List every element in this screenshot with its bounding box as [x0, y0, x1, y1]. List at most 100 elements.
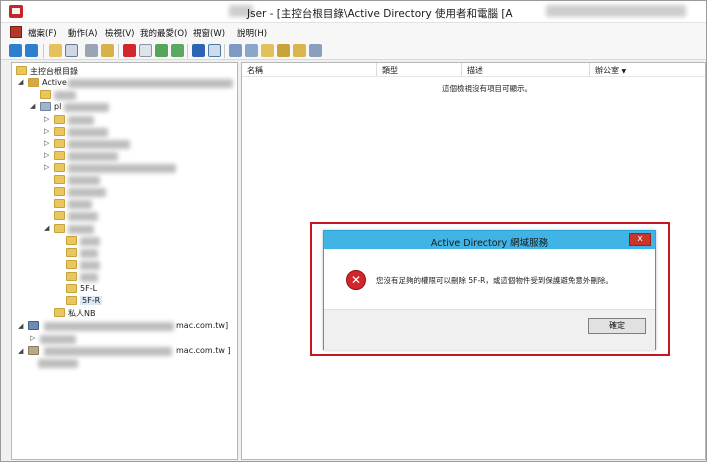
new-user-icon[interactable] [229, 44, 242, 57]
menu-help[interactable]: 說明(H) [237, 27, 267, 39]
redacted-text [38, 359, 78, 368]
tree-domain-prefix[interactable]: pl [54, 102, 61, 111]
refresh-icon[interactable] [155, 44, 168, 57]
redacted-text [68, 152, 118, 161]
dns-domain-icon [28, 321, 39, 330]
redacted-text [64, 103, 109, 112]
menu-action[interactable]: 動作(A) [68, 27, 97, 39]
show-tree-icon[interactable] [65, 44, 78, 57]
dialog-title: Active Directory 網域服務 [430, 238, 549, 249]
redacted-text [80, 273, 98, 282]
column-header-office[interactable]: 辦公室 ▼ [590, 63, 705, 77]
title-bar[interactable]: Jser - [主控台根目錄\Active Directory 使用者和電腦 [… [1, 1, 706, 23]
dialog-body: ✕ 您沒有足夠的權限可以刪除 5F-R，或這個物件受到保護避免意外刪除。 [324, 249, 655, 309]
expand-arrow-icon[interactable]: ▷ [44, 115, 49, 123]
expand-arrow-icon[interactable]: ▷ [30, 334, 35, 342]
folder-icon [40, 90, 51, 99]
error-icon: ✕ [346, 270, 366, 290]
folder-icon [66, 236, 77, 245]
new-group-icon[interactable] [245, 44, 258, 57]
menu-bar: 檔案(F) 動作(A) 檢視(V) 我的最愛(O) 視窗(W) 說明(H) [1, 23, 706, 42]
toolbar-separator [43, 44, 44, 58]
add-to-group-icon[interactable] [309, 44, 322, 57]
delete-icon[interactable] [123, 44, 136, 57]
domain-icon [28, 346, 39, 355]
find-icon[interactable] [293, 44, 306, 57]
redacted-text [80, 261, 100, 270]
up-folder-icon[interactable] [49, 44, 62, 57]
properties-icon[interactable] [139, 44, 152, 57]
tree-domain3-suffix[interactable]: mac.com.tw ] [176, 346, 231, 355]
tree-ou-5f-l[interactable]: 5F-L [80, 284, 97, 293]
collapse-arrow-icon[interactable]: ◢ [18, 78, 23, 86]
system-menu-icon[interactable] [10, 26, 22, 38]
column-header-description[interactable]: 描述 [462, 63, 590, 77]
toolbar-separator [118, 44, 119, 58]
mmc-app-icon[interactable] [9, 5, 23, 18]
menu-favorites[interactable]: 我的最愛(O) [140, 27, 187, 39]
copy-icon[interactable] [101, 44, 114, 57]
redacted-text [68, 164, 176, 173]
menu-view[interactable]: 檢視(V) [105, 27, 134, 39]
collapse-arrow-icon[interactable]: ◢ [30, 102, 35, 110]
tree-domain2-suffix[interactable]: mac.com.tw] [176, 321, 228, 330]
domain-icon [40, 102, 51, 111]
export-list-icon[interactable] [171, 44, 184, 57]
help-icon[interactable] [192, 44, 205, 57]
folder-icon [16, 66, 27, 75]
folder-icon [66, 260, 77, 269]
redacted-text [44, 347, 172, 356]
collapse-arrow-icon[interactable]: ◢ [18, 322, 23, 330]
window-title: Jser - [主控台根目錄\Active Directory 使用者和電腦 [… [247, 8, 513, 20]
tree-root-label[interactable]: 主控台根目錄 [30, 66, 78, 77]
dialog-footer: 確定 [324, 309, 655, 350]
cut-icon[interactable] [85, 44, 98, 57]
collapse-arrow-icon[interactable]: ◢ [18, 347, 23, 355]
tree-ad-label[interactable]: Active [42, 78, 67, 87]
expand-arrow-icon[interactable]: ▷ [44, 127, 49, 135]
expand-arrow-icon[interactable]: ▷ [44, 163, 49, 171]
folder-icon [54, 211, 65, 220]
expand-arrow-icon[interactable]: ▷ [44, 139, 49, 147]
show-action-pane-icon[interactable] [208, 44, 221, 57]
back-icon[interactable] [9, 44, 22, 57]
menu-file[interactable]: 檔案(F) [28, 27, 57, 39]
folder-icon [54, 199, 65, 208]
ad-users-computers-icon [28, 78, 39, 87]
folder-icon [66, 272, 77, 281]
mmc-window: Jser - [主控台根目錄\Active Directory 使用者和電腦 [… [0, 0, 707, 462]
redacted-text [68, 225, 94, 234]
folder-icon [54, 175, 65, 184]
redacted-text [68, 188, 106, 197]
column-header-type[interactable]: 類型 [377, 63, 462, 77]
folder-icon [54, 139, 65, 148]
folder-icon [54, 308, 65, 317]
redacted-text [80, 237, 100, 246]
ok-button[interactable]: 確定 [588, 318, 646, 334]
filter-icon[interactable] [277, 44, 290, 57]
dialog-close-button[interactable]: x [629, 233, 651, 246]
folder-icon [54, 151, 65, 160]
column-header-name[interactable]: 名稱 [242, 63, 377, 77]
redacted-text [80, 249, 98, 258]
folder-icon [54, 224, 65, 233]
forward-icon[interactable] [25, 44, 38, 57]
console-tree[interactable]: 主控台根目錄 ◢ Active ◢ pl ▷ ▷ ▷ ▷ ▷ ◢ 5F-L 5F… [11, 62, 238, 460]
empty-list-message: 這個檢視沒有項目可顯示。 [442, 84, 532, 93]
dialog-title-bar[interactable]: Active Directory 網域服務 x [324, 231, 655, 249]
redacted-text [68, 116, 94, 125]
sort-descending-icon: ▼ [621, 68, 627, 75]
redacted-text [68, 128, 108, 137]
expand-arrow-icon[interactable]: ▷ [44, 151, 49, 159]
redacted-text [68, 200, 92, 209]
menu-window[interactable]: 視窗(W) [193, 27, 225, 39]
tree-private-nb[interactable]: 私人NB [68, 308, 95, 319]
folder-icon [54, 127, 65, 136]
collapse-arrow-icon[interactable]: ◢ [44, 224, 49, 232]
redacted-text [68, 176, 100, 185]
redacted-text [40, 335, 76, 344]
folder-icon [54, 115, 65, 124]
tree-ou-5f-r[interactable]: 5F-R [80, 296, 103, 305]
new-ou-icon[interactable] [261, 44, 274, 57]
folder-icon [66, 248, 77, 257]
